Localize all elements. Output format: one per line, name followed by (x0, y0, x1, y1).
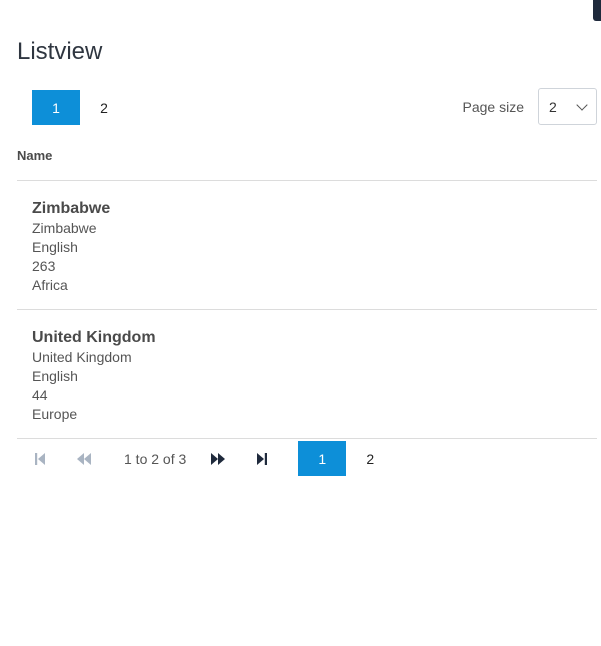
first-page-icon[interactable] (30, 449, 50, 469)
next-page-icon[interactable] (208, 449, 228, 469)
listview-page: Listview 1 2 Page size 2 Name Zimbabwe Z… (0, 0, 601, 646)
pager-status: 1 to 2 of 3 (124, 450, 187, 467)
list-item-title: United Kingdom (32, 329, 156, 346)
chevron-down-icon (576, 98, 588, 111)
previous-page-icon[interactable] (74, 449, 94, 469)
column-header-name[interactable]: Name (17, 148, 52, 163)
list-item-calling-code: 263 (32, 258, 56, 274)
list-item-continent: Europe (32, 406, 78, 422)
list-item[interactable]: Zimbabwe Zimbabwe English 263 Africa (17, 181, 597, 310)
list-item-continent: Africa (32, 277, 68, 293)
top-page-button-2[interactable]: 2 (80, 90, 128, 125)
page-size-value: 2 (549, 98, 557, 115)
list-item[interactable]: United Kingdom United Kingdom English 44… (17, 310, 597, 439)
page-size-control: Page size 2 (463, 88, 597, 125)
bottom-pagination: 1 to 2 of 3 1 2 (30, 441, 394, 476)
page-size-label: Page size (462, 98, 524, 115)
bottom-page-button-2[interactable]: 2 (346, 441, 394, 476)
list-item-language: English (32, 368, 78, 384)
country-list: Zimbabwe Zimbabwe English 263 Africa Uni… (17, 180, 597, 439)
top-page-button-1[interactable]: 1 (32, 90, 80, 125)
list-item-title: Zimbabwe (32, 200, 111, 217)
list-item-language: English (32, 239, 78, 255)
bottom-page-buttons: 1 2 (298, 441, 394, 476)
corner-tab[interactable] (593, 0, 601, 21)
page-size-select[interactable]: 2 (538, 88, 597, 125)
list-item-calling-code: 44 (32, 387, 48, 403)
list-item-country: Zimbabwe (32, 220, 97, 236)
bottom-page-button-1[interactable]: 1 (298, 441, 347, 476)
page-title: Listview (17, 38, 103, 65)
last-page-icon[interactable] (252, 449, 272, 469)
list-item-country: United Kingdom (32, 349, 132, 365)
top-pagination: 1 2 (32, 90, 128, 125)
